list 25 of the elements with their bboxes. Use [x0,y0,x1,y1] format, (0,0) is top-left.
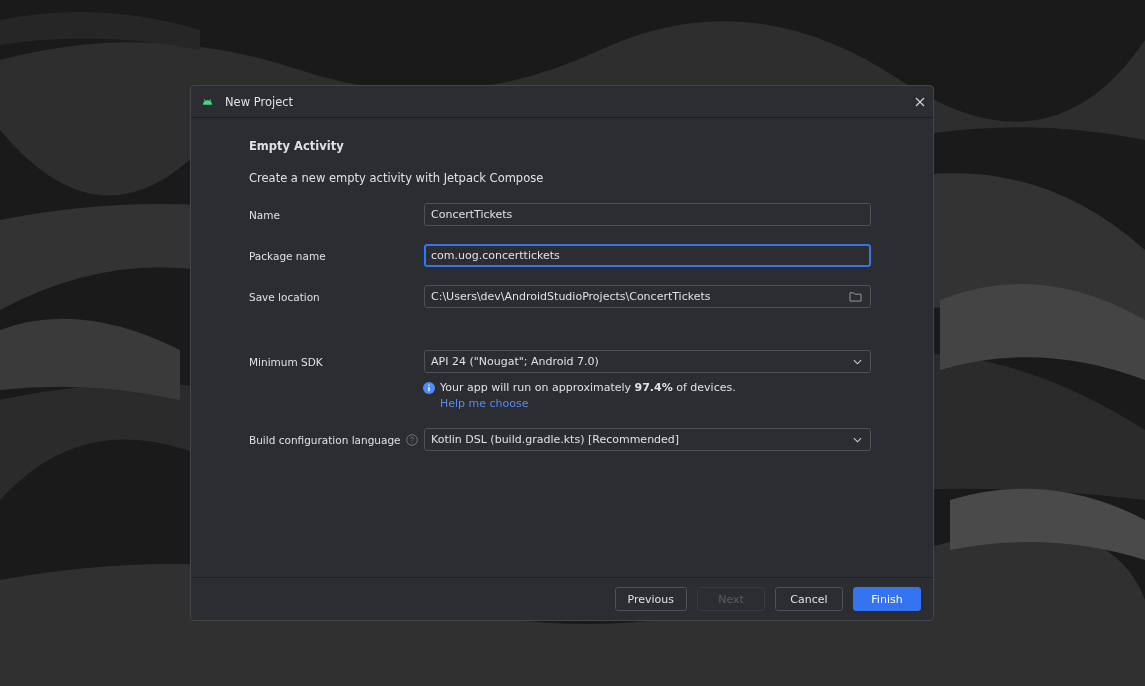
help-link[interactable]: Help me choose [440,397,529,410]
description-text: Create a new empty activity with Jetpack Compose [249,171,545,185]
field-label: Build configuration language [249,433,401,446]
window-title: New Project [225,94,295,109]
chevron-down-icon [853,436,862,443]
field-label: Save location [249,290,320,303]
chevron-down-icon [853,358,862,365]
action-button[interactable]: Finish [853,587,921,611]
input-field[interactable]: ConcertTickets [424,203,871,226]
field-label: Minimum SDK [249,355,323,368]
section-heading: Empty Activity [249,139,345,153]
help-icon[interactable] [405,433,418,446]
folder-icon[interactable] [849,291,862,302]
dropdown[interactable]: API 24 ("Nougat"; Android 7.0) [424,350,871,373]
input-field[interactable]: com.uog.concerttickets [424,244,871,267]
close-icon[interactable] [915,96,925,107]
android-icon [202,97,213,106]
input-field[interactable]: C:\Users\dev\AndroidStudioProjects\ConcertTickets [424,285,871,308]
action-button[interactable]: Cancel [775,587,843,611]
field-label: Package name [249,249,326,262]
action-button[interactable]: Previous [614,587,687,611]
dropdown[interactable]: Kotlin DSL (build.gradle.kts) [Recommended] [424,428,871,451]
info-text: Your app will run on approximately 97.4% of devices. [440,381,736,394]
info-icon [423,381,435,394]
field-label: Name [249,208,280,221]
